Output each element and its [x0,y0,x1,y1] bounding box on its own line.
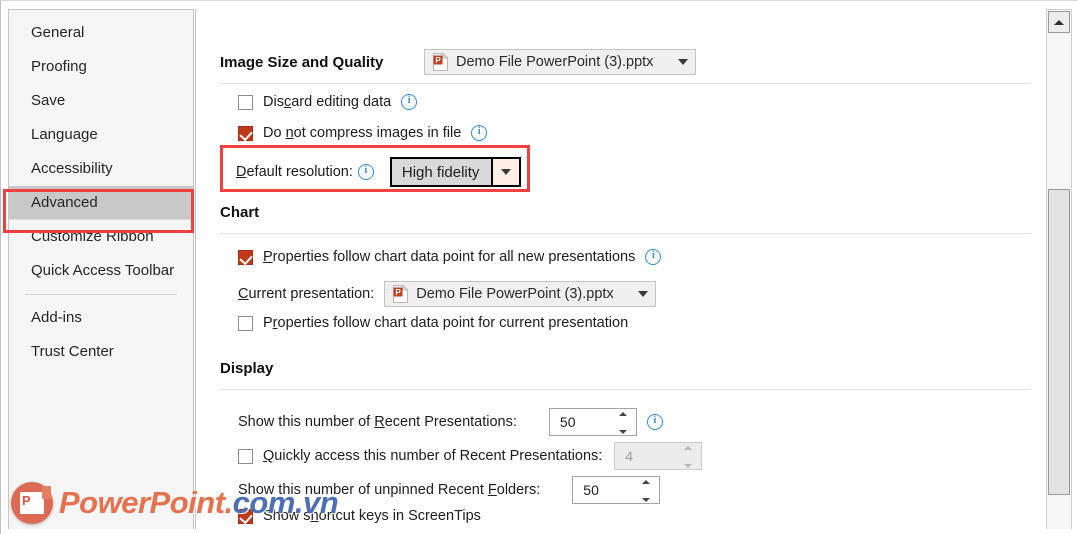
current-presentation-row[interactable]: Current presentation: P Demo File PowerP… [238,281,657,307]
display-section-divider [220,389,1031,390]
unpinned-folders-stepper[interactable]: 50 [572,476,661,504]
display-heading: Display [220,360,274,377]
image-scope-file-combo[interactable]: P Demo File PowerPoint (3).pptx [424,49,696,75]
info-icon[interactable]: i [645,249,662,265]
options-dialog: General Proofing Save Language Accessibi… [0,0,1078,534]
quick-access-recent-checkbox[interactable] [238,448,253,464]
sidebar-item-trust-center[interactable]: Trust Center [9,335,193,369]
sidebar-item-accessibility[interactable]: Accessibility [9,152,193,186]
shortcut-keys-label: Show shortcut keys in ScreenTips [263,508,481,524]
vertical-scrollbar[interactable] [1046,9,1072,529]
sidebar-item-language[interactable]: Language [9,118,193,152]
discard-editing-data-checkbox[interactable] [238,94,253,110]
image-section-divider [220,83,1031,84]
pptx-file-icon: P [393,284,409,303]
options-navigation-pane: General Proofing Save Language Accessibi… [8,9,194,529]
quick-access-recent-stepper: 4 [614,442,703,470]
sidebar-item-label: Proofing [31,58,87,75]
current-presentation-value: Demo File PowerPoint (3).pptx [416,286,614,302]
svg-text:P: P [435,56,441,65]
chevron-down-icon [678,59,688,65]
sidebar-item-quick-access-toolbar[interactable]: Quick Access Toolbar [9,254,193,288]
shortcut-keys-row[interactable]: Show shortcut keys in ScreenTips [238,508,481,524]
chevron-down-icon[interactable] [642,498,651,502]
sidebar-item-label: Save [31,92,66,109]
props-follow-all-new-label: Properties follow chart data point for a… [263,249,636,265]
sidebar-item-label: Quick Access Toolbar [31,262,175,279]
sidebar-item-label: Accessibility [31,160,113,177]
info-icon[interactable]: i [401,94,418,110]
triangle-up-icon [1054,19,1064,25]
recent-presentations-label: Show this number of Recent Presentations… [238,414,517,430]
default-resolution-row[interactable]: Default resolution: i High fidelity [236,157,522,187]
sidebar-item-label: Customize Ribbon [31,228,154,245]
quick-access-recent-row[interactable]: Quickly access this number of Recent Pre… [238,442,703,470]
do-not-compress-images-label: Do not compress images in file [263,125,462,141]
recent-presentations-value: 50 [559,414,576,430]
sidebar-divider [25,294,177,295]
chevron-down-icon [638,291,649,297]
default-resolution-combo[interactable]: High fidelity [389,157,522,187]
props-follow-all-new-checkbox[interactable] [238,249,253,265]
discard-editing-data-row[interactable]: Discard editing data i [238,94,418,110]
default-resolution-label: Default resolution: [236,164,353,180]
scrollbar-thumb[interactable] [1048,189,1070,495]
unpinned-folders-row[interactable]: Show this number of unpinned Recent Fold… [238,476,661,504]
do-not-compress-images-checkbox[interactable] [238,125,253,141]
default-resolution-value: High fidelity [391,159,492,185]
current-presentation-combo[interactable]: P Demo File PowerPoint (3).pptx [384,281,657,307]
sidebar-item-general[interactable]: General [9,16,193,50]
sidebar-item-label: Add-ins [31,309,82,326]
do-not-compress-images-row[interactable]: Do not compress images in file i [238,125,488,141]
info-icon[interactable]: i [471,125,488,141]
info-icon[interactable]: i [357,164,374,180]
props-follow-current-row[interactable]: Properties follow chart data point for c… [238,315,628,331]
stepper-arrows[interactable] [642,480,651,502]
quick-access-recent-value: 4 [625,448,634,464]
unpinned-folders-value: 50 [583,482,599,498]
default-resolution-dropdown-button[interactable] [491,159,520,185]
recent-presentations-stepper[interactable]: 50 [548,408,637,436]
discard-editing-data-label: Discard editing data [263,94,392,110]
current-presentation-label: Current presentation: [238,286,375,302]
info-icon[interactable]: i [646,414,663,430]
shortcut-keys-checkbox[interactable] [238,508,253,524]
chart-section-divider [220,233,1031,234]
chevron-down-icon[interactable] [618,430,627,434]
props-follow-all-new-row[interactable]: Properties follow chart data point for a… [238,249,662,265]
quick-access-recent-label: Quickly access this number of Recent Pre… [263,448,603,464]
sidebar-item-advanced[interactable]: Advanced [9,186,193,220]
sidebar-item-customize-ribbon[interactable]: Customize Ribbon [9,220,193,254]
pptx-file-icon: P [433,52,449,71]
chevron-up-icon [684,446,693,450]
stepper-arrows [684,446,693,468]
sidebar-item-label: General [31,24,85,41]
sidebar-item-proofing[interactable]: Proofing [9,50,193,84]
sidebar-item-label: Trust Center [31,343,114,360]
props-follow-current-checkbox[interactable] [238,315,253,331]
props-follow-current-label: Properties follow chart data point for c… [263,315,629,331]
sidebar-item-add-ins[interactable]: Add-ins [9,301,193,335]
chevron-down-icon [501,169,512,175]
chevron-up-icon[interactable] [618,412,627,416]
options-content-pane: Image Size and Quality P Demo File Power… [195,9,1045,529]
image-size-quality-heading: Image Size and Quality [220,54,384,71]
sidebar-item-label: Language [31,126,98,143]
svg-text:P: P [396,288,402,297]
chart-heading: Chart [220,204,260,221]
stepper-arrows[interactable] [618,412,627,434]
sidebar-item-save[interactable]: Save [9,84,193,118]
unpinned-folders-label: Show this number of unpinned Recent Fold… [238,482,541,498]
image-scope-file-value: Demo File PowerPoint (3).pptx [456,54,654,70]
chevron-down-icon [684,464,693,468]
sidebar-item-label: Advanced [31,194,98,211]
scroll-up-icon[interactable] [1048,11,1070,33]
chevron-up-icon[interactable] [642,480,651,484]
recent-presentations-row[interactable]: Show this number of Recent Presentations… [238,408,938,436]
